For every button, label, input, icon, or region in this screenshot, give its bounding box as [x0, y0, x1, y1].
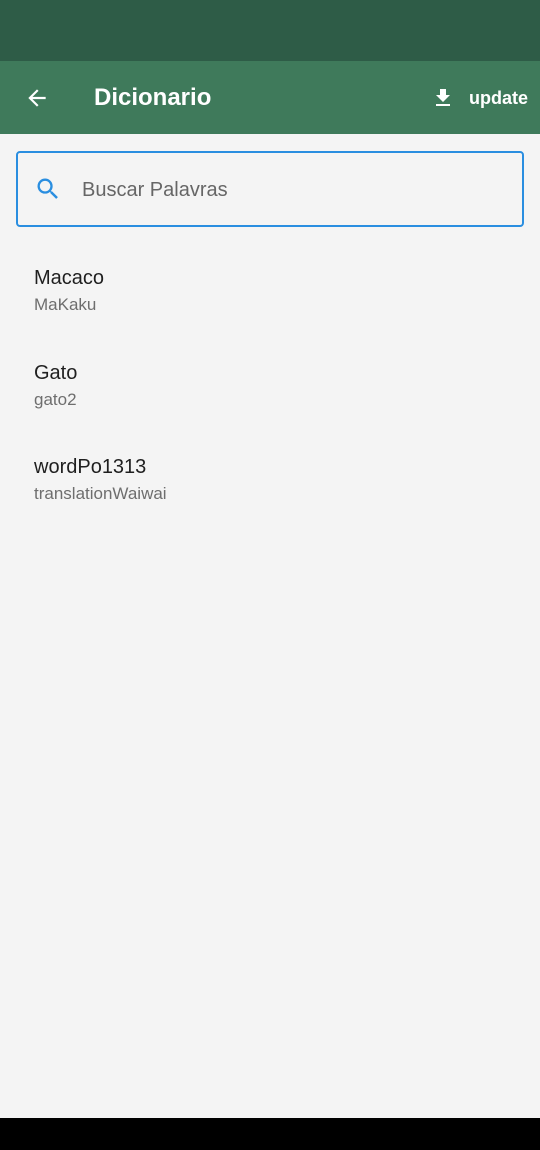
navigation-bar	[0, 1118, 540, 1150]
word-list: Macaco MaKaku Gato gato2 wordPo1313 tran…	[0, 243, 540, 527]
search-field[interactable]	[16, 151, 524, 227]
list-item[interactable]: wordPo1313 translationWaiwai	[0, 432, 540, 527]
update-label: update	[468, 87, 528, 108]
word-title: Gato	[34, 361, 78, 384]
page-title: Dicionario	[94, 84, 212, 111]
word-title: wordPo1313	[34, 456, 147, 478]
update-button[interactable]: update	[431, 83, 528, 113]
status-bar	[0, 0, 540, 61]
word-translation: gato2	[34, 389, 77, 409]
search-input[interactable]	[80, 169, 504, 211]
download-icon	[431, 86, 455, 110]
word-title: Macaco	[34, 267, 105, 289]
word-translation: MaKaku	[34, 295, 97, 314]
app-bar: Dicionario update	[0, 61, 540, 134]
arrow-back-icon	[28, 89, 46, 107]
list-item[interactable]: Macaco MaKaku	[0, 243, 540, 338]
search-icon	[34, 175, 62, 203]
list-item[interactable]: Gato gato2	[0, 338, 540, 433]
word-translation: translationWaiwai	[34, 484, 167, 503]
back-button[interactable]	[20, 81, 54, 115]
